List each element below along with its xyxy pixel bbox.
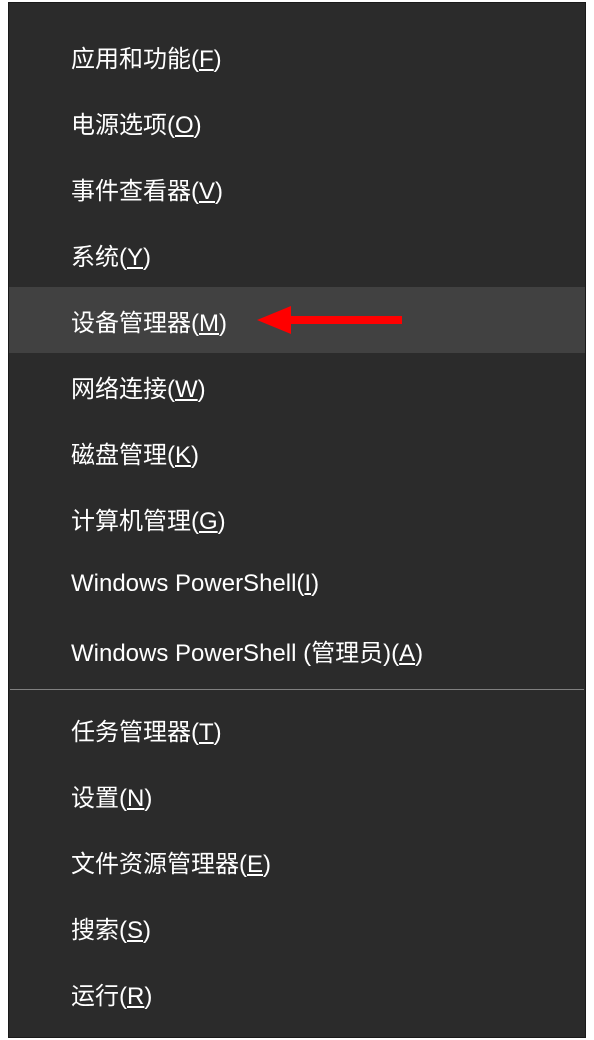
menu-item-label: 运行(R) [71,976,152,1011]
menu-item-network-connections[interactable]: 网络连接(W) [9,353,585,419]
menu-item-apps-features[interactable]: 应用和功能(F) [9,23,585,89]
menu-item-label: 搜索(S) [71,910,151,945]
menu-item-label: 设置(N) [71,778,152,813]
menu-item-label: 网络连接(W) [71,369,206,404]
menu-item-label: 应用和功能(F) [71,39,222,74]
menu-item-label: 系统(Y) [71,237,151,272]
menu-item-task-manager[interactable]: 任务管理器(T) [9,696,585,762]
menu-item-label: 设备管理器(M) [71,303,227,338]
menu-item-label: 磁盘管理(K) [71,435,199,470]
menu-item-label: 事件查看器(V) [71,171,223,206]
menu-separator [10,689,584,690]
menu-item-label: Windows PowerShell(I) [71,570,319,598]
menu-item-powershell-admin[interactable]: Windows PowerShell (管理员)(A) [9,617,585,683]
menu-item-power-options[interactable]: 电源选项(O) [9,89,585,155]
menu-item-run[interactable]: 运行(R) [9,960,585,1026]
menu-item-file-explorer[interactable]: 文件资源管理器(E) [9,828,585,894]
menu-padding-top [9,3,585,23]
menu-item-label: Windows PowerShell (管理员)(A) [71,633,423,668]
menu-item-label: 电源选项(O) [71,105,202,140]
menu-item-disk-management[interactable]: 磁盘管理(K) [9,419,585,485]
menu-item-powershell[interactable]: Windows PowerShell(I) [9,551,585,617]
menu-item-label: 任务管理器(T) [71,712,222,747]
menu-item-system[interactable]: 系统(Y) [9,221,585,287]
menu-item-event-viewer[interactable]: 事件查看器(V) [9,155,585,221]
menu-item-search[interactable]: 搜索(S) [9,894,585,960]
menu-item-computer-management[interactable]: 计算机管理(G) [9,485,585,551]
winx-context-menu: 应用和功能(F) 电源选项(O) 事件查看器(V) 系统(Y) 设备管理器(M) 网络连接… [8,2,586,1038]
arrow-annotation-icon [257,300,407,340]
menu-item-settings[interactable]: 设置(N) [9,762,585,828]
menu-item-label: 计算机管理(G) [71,501,226,536]
menu-item-device-manager[interactable]: 设备管理器(M) [9,287,585,353]
menu-item-label: 文件资源管理器(E) [71,844,271,879]
